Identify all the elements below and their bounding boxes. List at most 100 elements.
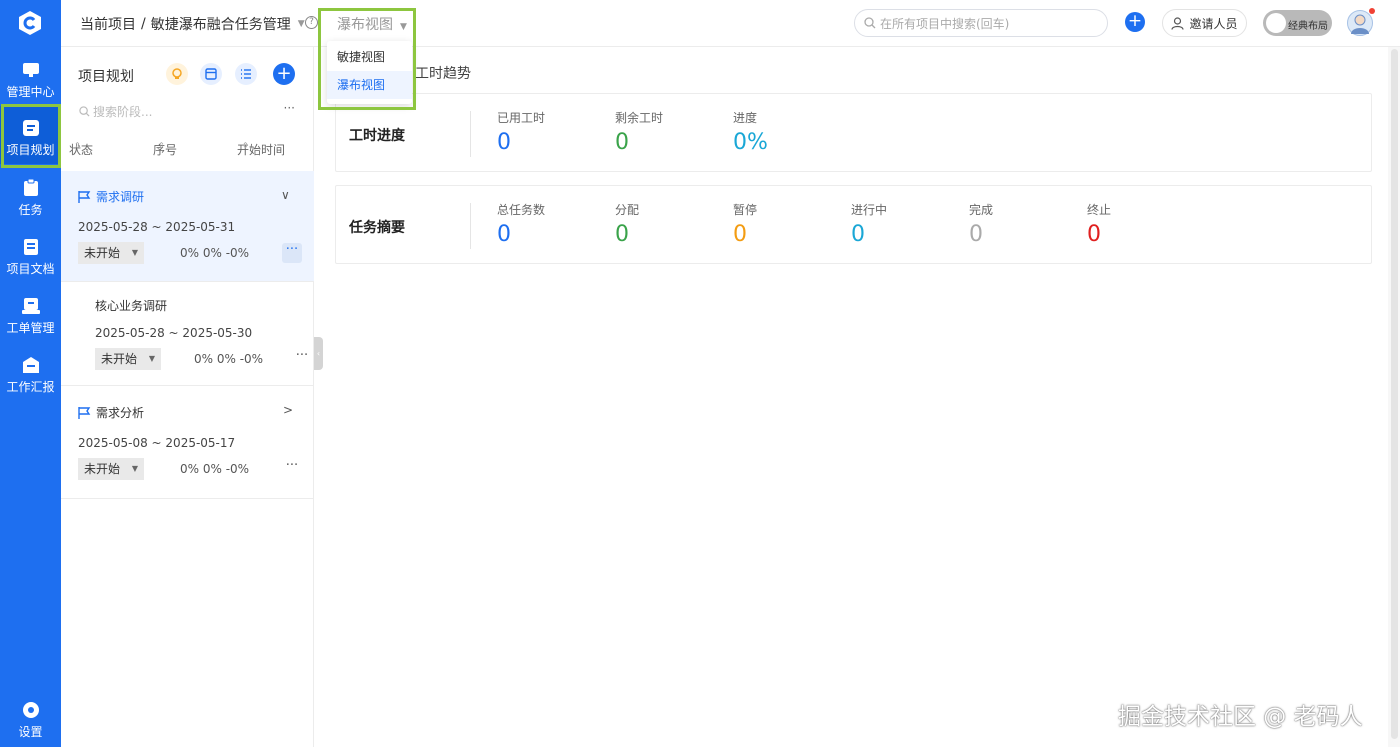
stat-paused: 暂停 0 bbox=[733, 203, 758, 247]
caret-down-icon: ▼ bbox=[400, 22, 407, 32]
notification-dot bbox=[1369, 8, 1375, 14]
nav-item-label: 项目规划 bbox=[6, 143, 55, 157]
stage-item[interactable]: 核心业务调研 2025-05-28 ~ 2025-05-30 未开始 ▼ 0% 0… bbox=[61, 282, 314, 385]
inbox-icon bbox=[22, 356, 40, 374]
document-icon bbox=[22, 119, 40, 137]
nav-item-label: 管理中心 bbox=[6, 85, 55, 99]
project-plan-panel: 项目规划 + 搜索阶段... ··· 状态 ⇕ 序号 ⇕ 开始时间 ⇕ 需求调研 ∨ … bbox=[61, 47, 314, 747]
view-selector-value: 瀑布视图 bbox=[337, 17, 393, 33]
stage-progress: 0% 0% -0% bbox=[194, 352, 264, 366]
stat-progress: 进度 0% bbox=[733, 111, 768, 155]
sort-icon: ⇕ bbox=[158, 141, 165, 150]
user-icon bbox=[1171, 16, 1185, 30]
caret-down-icon: ▼ bbox=[131, 464, 138, 473]
caret-down-icon: ▼ bbox=[148, 354, 155, 363]
nav-item-label: 项目文档 bbox=[6, 262, 55, 276]
calendar-icon[interactable] bbox=[200, 63, 222, 85]
docs-icon bbox=[22, 238, 40, 256]
caret-down-icon: ▼ bbox=[131, 248, 138, 257]
view-selector[interactable]: 瀑布视图 ▼ bbox=[337, 14, 407, 34]
breadcrumb: 当前项目 / 敏捷瀑布融合任务管理 ▼ bbox=[80, 14, 305, 34]
nav-item-project-docs[interactable]: 项目文档 bbox=[0, 225, 61, 283]
stat-completed: 完成 0 bbox=[969, 203, 994, 247]
monitor-icon bbox=[22, 61, 40, 79]
add-button[interactable]: + bbox=[1125, 12, 1145, 32]
view-dropdown-menu: 敏捷视图 瀑布视图 bbox=[327, 41, 412, 104]
search-placeholder: 在所有项目中搜索(回车) bbox=[880, 16, 1010, 31]
stage-dates: 2025-05-08 ~ 2025-05-17 bbox=[78, 436, 236, 450]
menu-item-agile-view[interactable]: 敏捷视图 bbox=[327, 43, 412, 71]
stage-progress: 0% 0% -0% bbox=[180, 246, 250, 260]
toggle-knob bbox=[1266, 13, 1286, 33]
stat-total-tasks: 总任务数 0 bbox=[497, 203, 546, 247]
invite-button[interactable]: 邀请人员 bbox=[1162, 9, 1247, 37]
panel-title: 项目规划 bbox=[78, 69, 134, 85]
scrollbar[interactable] bbox=[1388, 47, 1400, 747]
stage-item[interactable]: 需求分析 > 2025-05-08 ~ 2025-05-17 未开始 ▼ 0% 0… bbox=[61, 386, 314, 498]
stat-terminated: 终止 0 bbox=[1087, 203, 1112, 247]
stage-title: 需求分析 bbox=[77, 404, 144, 421]
status-select[interactable]: 未开始 ▼ bbox=[78, 242, 144, 264]
lightbulb-icon[interactable] bbox=[166, 63, 188, 85]
nav-item-work-report[interactable]: 工作汇报 bbox=[0, 343, 61, 401]
help-icon[interactable]: ? bbox=[305, 16, 318, 29]
nav-item-label: 工作汇报 bbox=[6, 380, 55, 394]
stage-progress: 0% 0% -0% bbox=[180, 462, 250, 476]
card-title: 任务摘要 bbox=[349, 220, 405, 236]
project-name[interactable]: 敏捷瀑布融合任务管理 bbox=[151, 14, 291, 34]
status-select[interactable]: 未开始 ▼ bbox=[78, 458, 144, 480]
toggle-label: 经典布局 bbox=[1288, 21, 1328, 32]
nav-item-label: 工单管理 bbox=[6, 321, 55, 335]
app-logo-icon[interactable] bbox=[17, 10, 43, 36]
status-select[interactable]: 未开始 ▼ bbox=[95, 348, 161, 370]
top-header: 当前项目 / 敏捷瀑布融合任务管理 ▼ ? 瀑布视图 ▼ 在所有项目中搜索(回车)… bbox=[61, 0, 1400, 47]
more-options-button[interactable]: ··· bbox=[292, 349, 312, 369]
watermark: 掘金技术社区 @ 老码人 bbox=[1118, 704, 1363, 730]
chevron-down-icon[interactable]: ∨ bbox=[281, 188, 290, 202]
global-search-input[interactable]: 在所有项目中搜索(回车) bbox=[854, 9, 1108, 37]
breadcrumb-separator: / bbox=[141, 16, 146, 32]
search-icon bbox=[864, 17, 876, 29]
classic-layout-toggle[interactable]: 经典布局 bbox=[1263, 10, 1332, 36]
add-stage-button[interactable]: + bbox=[273, 63, 295, 85]
stat-in-progress: 进行中 0 bbox=[851, 203, 888, 247]
sort-icon: ⇕ bbox=[242, 141, 249, 150]
menu-item-waterfall-view[interactable]: 瀑布视图 bbox=[327, 71, 412, 99]
nav-item-settings[interactable]: 设置 bbox=[0, 690, 61, 746]
flag-icon bbox=[78, 406, 91, 419]
scrollbar-thumb[interactable] bbox=[1391, 49, 1398, 739]
stage-dates: 2025-05-28 ~ 2025-05-30 bbox=[95, 326, 253, 340]
list-icon[interactable] bbox=[235, 63, 257, 85]
stat-remaining-hours: 剩余工时 0 bbox=[615, 111, 664, 155]
more-options-icon[interactable]: ··· bbox=[284, 101, 295, 115]
stage-item[interactable]: 需求调研 ∨ 2025-05-28 ~ 2025-05-31 未开始 ▼ 0% 0… bbox=[61, 171, 314, 281]
stage-title: 核心业务调研 bbox=[95, 299, 168, 313]
clipboard-icon bbox=[22, 179, 40, 197]
ticket-icon bbox=[21, 297, 40, 315]
more-options-button[interactable]: ··· bbox=[282, 243, 302, 263]
nav-item-tasks[interactable]: 任务 bbox=[0, 166, 61, 224]
tab-hours-trend[interactable]: 工时趋势 bbox=[415, 63, 471, 83]
stat-used-hours: 已用工时 0 bbox=[497, 111, 546, 155]
nav-item-label: 任务 bbox=[18, 203, 43, 217]
nav-item-project-planning[interactable]: 项目规划 bbox=[0, 106, 61, 164]
panel-collapse-handle[interactable]: ‹ bbox=[314, 337, 323, 370]
invite-label: 邀请人员 bbox=[1189, 16, 1238, 31]
hours-progress-card: 工时进度 已用工时 0 剩余工时 0 进度 0% bbox=[335, 93, 1372, 172]
search-icon bbox=[79, 106, 90, 117]
breadcrumb-root[interactable]: 当前项目 bbox=[80, 14, 136, 34]
stage-search-input[interactable]: 搜索阶段... ··· bbox=[79, 101, 295, 120]
stat-assigned: 分配 0 bbox=[615, 203, 640, 247]
gear-icon bbox=[22, 701, 40, 719]
user-avatar-icon bbox=[1351, 14, 1369, 34]
avatar[interactable] bbox=[1347, 8, 1375, 36]
nav-item-tickets[interactable]: 工单管理 bbox=[0, 284, 61, 342]
caret-down-icon[interactable]: ▼ bbox=[298, 19, 305, 29]
chevron-right-icon[interactable]: > bbox=[283, 403, 293, 417]
nav-item-label: 设置 bbox=[18, 725, 43, 739]
stage-title: 需求调研 bbox=[77, 188, 144, 205]
flag-icon bbox=[78, 190, 91, 203]
nav-item-management[interactable]: 管理中心 bbox=[0, 48, 61, 106]
more-options-button[interactable]: ··· bbox=[282, 459, 302, 479]
stage-search-placeholder: 搜索阶段... bbox=[93, 105, 153, 119]
